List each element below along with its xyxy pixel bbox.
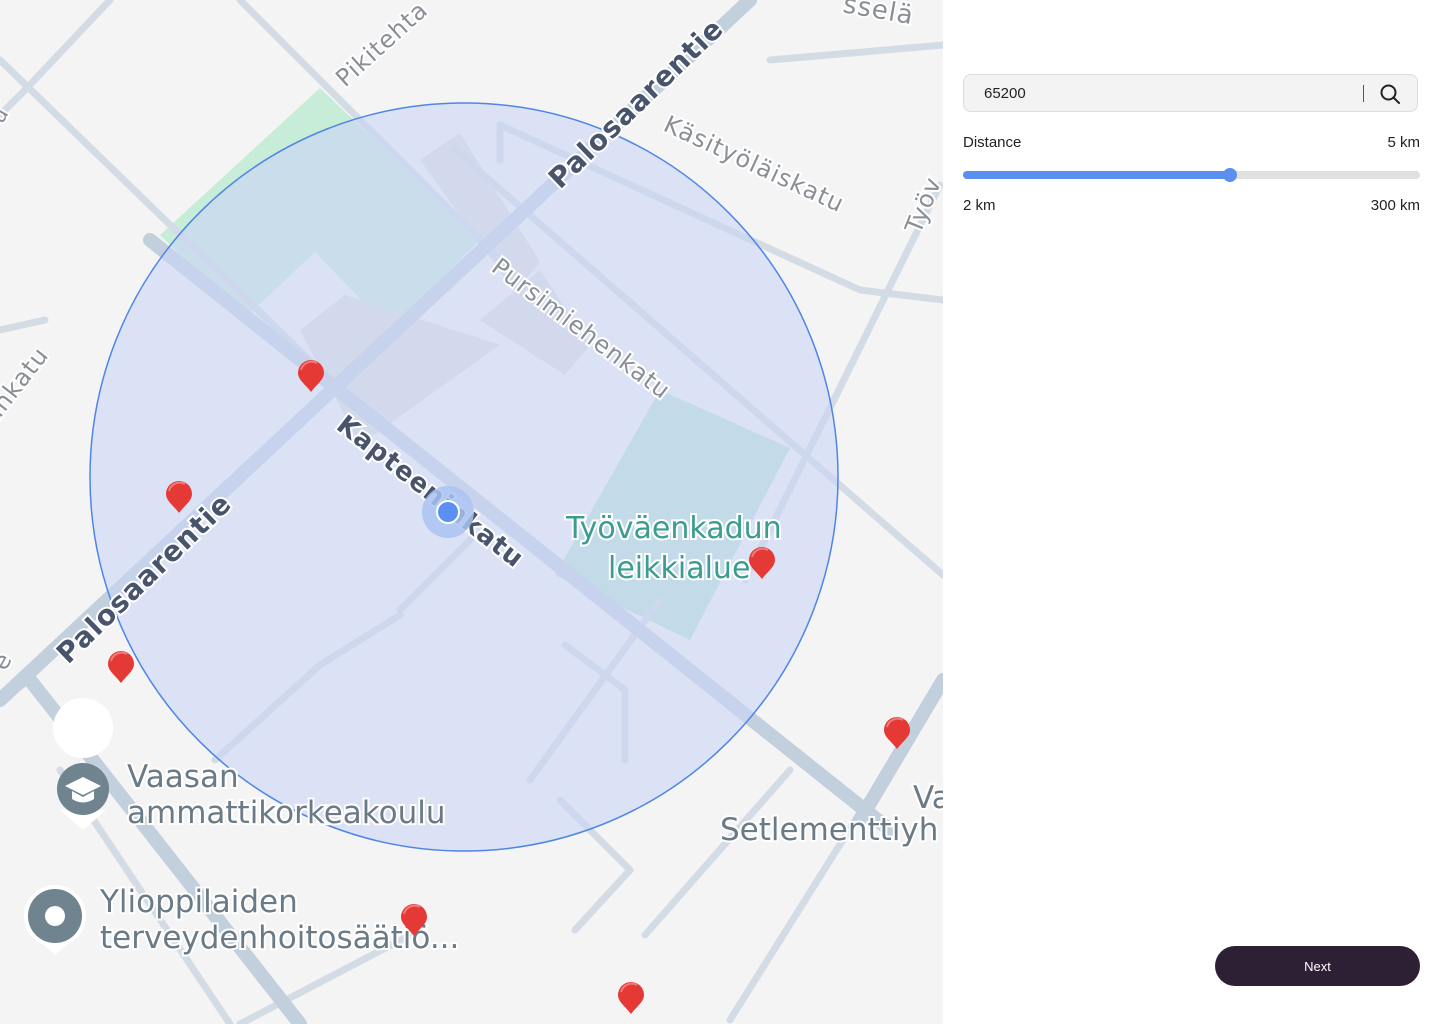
street-label-right: Työv — [899, 173, 943, 238]
distance-label: Distance — [963, 134, 1022, 151]
poi-label-settlement: Va — [913, 780, 943, 816]
search-button[interactable] — [1378, 82, 1402, 106]
poi-label-university: Vaasan — [127, 759, 239, 795]
slider-min-label: 2 km — [963, 197, 996, 214]
slider-fill — [963, 171, 1230, 179]
poi-label-settlement-2: Setlementtiyh — [720, 812, 938, 848]
search-divider — [1363, 85, 1364, 102]
map-marker[interactable] — [618, 982, 644, 1014]
next-button[interactable]: Next — [1215, 946, 1420, 986]
filter-panel: Distance 5 km 2 km 300 km Next — [943, 0, 1440, 1024]
poi-label-playground-2: leikkialue — [608, 551, 750, 586]
street-label-left: ankatu — [0, 342, 54, 429]
poi-label-university-2: ammattikorkeakoulu — [127, 795, 446, 831]
map-marker[interactable] — [108, 651, 134, 683]
slider-max-label: 300 km — [1370, 197, 1420, 214]
map-canvas[interactable]: Palosaarentie Palosaarentie Kapteeninkat… — [0, 0, 943, 1024]
slider-thumb[interactable] — [1223, 168, 1237, 182]
poi-label-playground: Työväenkadun — [565, 511, 782, 546]
distance-slider[interactable] — [963, 168, 1420, 182]
search-input[interactable] — [984, 75, 1354, 111]
search-bar — [963, 74, 1418, 112]
distance-value: 5 km — [1387, 134, 1420, 151]
search-radius-circle — [89, 102, 839, 852]
street-label-pikitehtaankatu: Pikitehta — [330, 0, 433, 92]
map-view[interactable]: Palosaarentie Palosaarentie Kapteeninkat… — [0, 0, 943, 1024]
current-location-dot — [422, 486, 474, 538]
street-label-left-edge: e — [0, 647, 18, 675]
poi-label-health: Ylioppilaiden — [99, 884, 298, 920]
location-pin-icon[interactable] — [24, 885, 86, 955]
search-icon — [1380, 84, 1400, 104]
street-label-top-right: sselä — [841, 0, 916, 31]
